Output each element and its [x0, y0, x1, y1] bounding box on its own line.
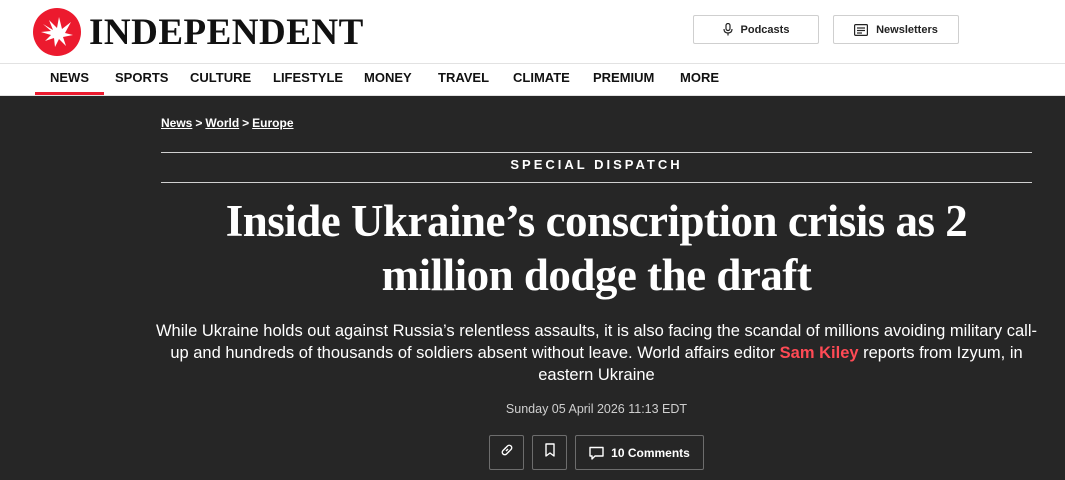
section-nav: NEWS SPORTS CULTURE LIFESTYLE MONEY TRAV…	[0, 63, 1065, 96]
nav-item-culture[interactable]: CULTURE	[190, 64, 251, 95]
site-header: INDEPENDENT Podcasts Newsletters	[0, 0, 1065, 63]
breadcrumb-separator: >	[195, 116, 203, 130]
nav-item-climate[interactable]: CLIMATE	[513, 64, 570, 95]
kicker-rule-bottom	[161, 182, 1032, 183]
newsletters-label: Newsletters	[876, 23, 938, 36]
newsletters-button[interactable]: Newsletters	[833, 15, 959, 44]
nav-item-lifestyle[interactable]: LIFESTYLE	[273, 64, 343, 95]
breadcrumb-news[interactable]: News	[161, 116, 192, 130]
kicker-rule-top	[161, 152, 1032, 153]
breadcrumb-europe[interactable]: Europe	[252, 116, 293, 130]
eagle-logo-icon	[33, 8, 81, 56]
comments-label: 10 Comments	[611, 445, 690, 460]
nav-item-travel[interactable]: TRAVEL	[438, 64, 489, 95]
bookmark-icon	[544, 443, 556, 462]
article-kicker: SPECIAL DISPATCH	[510, 157, 683, 172]
nav-item-more[interactable]: MORE	[680, 64, 719, 95]
nav-item-premium[interactable]: PREMIUM	[593, 64, 654, 95]
site-logo[interactable]: INDEPENDENT	[33, 8, 364, 56]
share-link-button[interactable]	[489, 435, 524, 470]
podcasts-button[interactable]: Podcasts	[693, 15, 819, 44]
microphone-icon	[722, 23, 733, 36]
nav-item-news[interactable]: NEWS	[35, 64, 104, 95]
breadcrumb-world[interactable]: World	[205, 116, 239, 130]
nav-item-money[interactable]: MONEY	[364, 64, 412, 95]
comments-button[interactable]: 10 Comments	[575, 435, 704, 470]
comment-icon	[589, 446, 604, 460]
breadcrumb: News > World > Europe	[161, 116, 294, 130]
breadcrumb-separator: >	[242, 116, 250, 130]
article-standfirst: While Ukraine holds out against Russia’s…	[155, 320, 1038, 386]
bookmark-button[interactable]	[532, 435, 567, 470]
site-wordmark: INDEPENDENT	[89, 11, 364, 53]
publish-date: Sunday 05 April 2026 11:13 EDT	[505, 402, 688, 416]
newspaper-icon	[854, 23, 869, 36]
podcasts-label: Podcasts	[740, 23, 790, 36]
article-headline: Inside Ukraine’s conscription crisis as …	[225, 196, 968, 300]
link-icon	[500, 443, 514, 462]
article-hero: News > World > Europe SPECIAL DISPATCH Insid…	[0, 96, 1065, 480]
nav-item-sports[interactable]: SPORTS	[115, 64, 168, 95]
author-link[interactable]: Sam Kiley	[780, 344, 859, 362]
